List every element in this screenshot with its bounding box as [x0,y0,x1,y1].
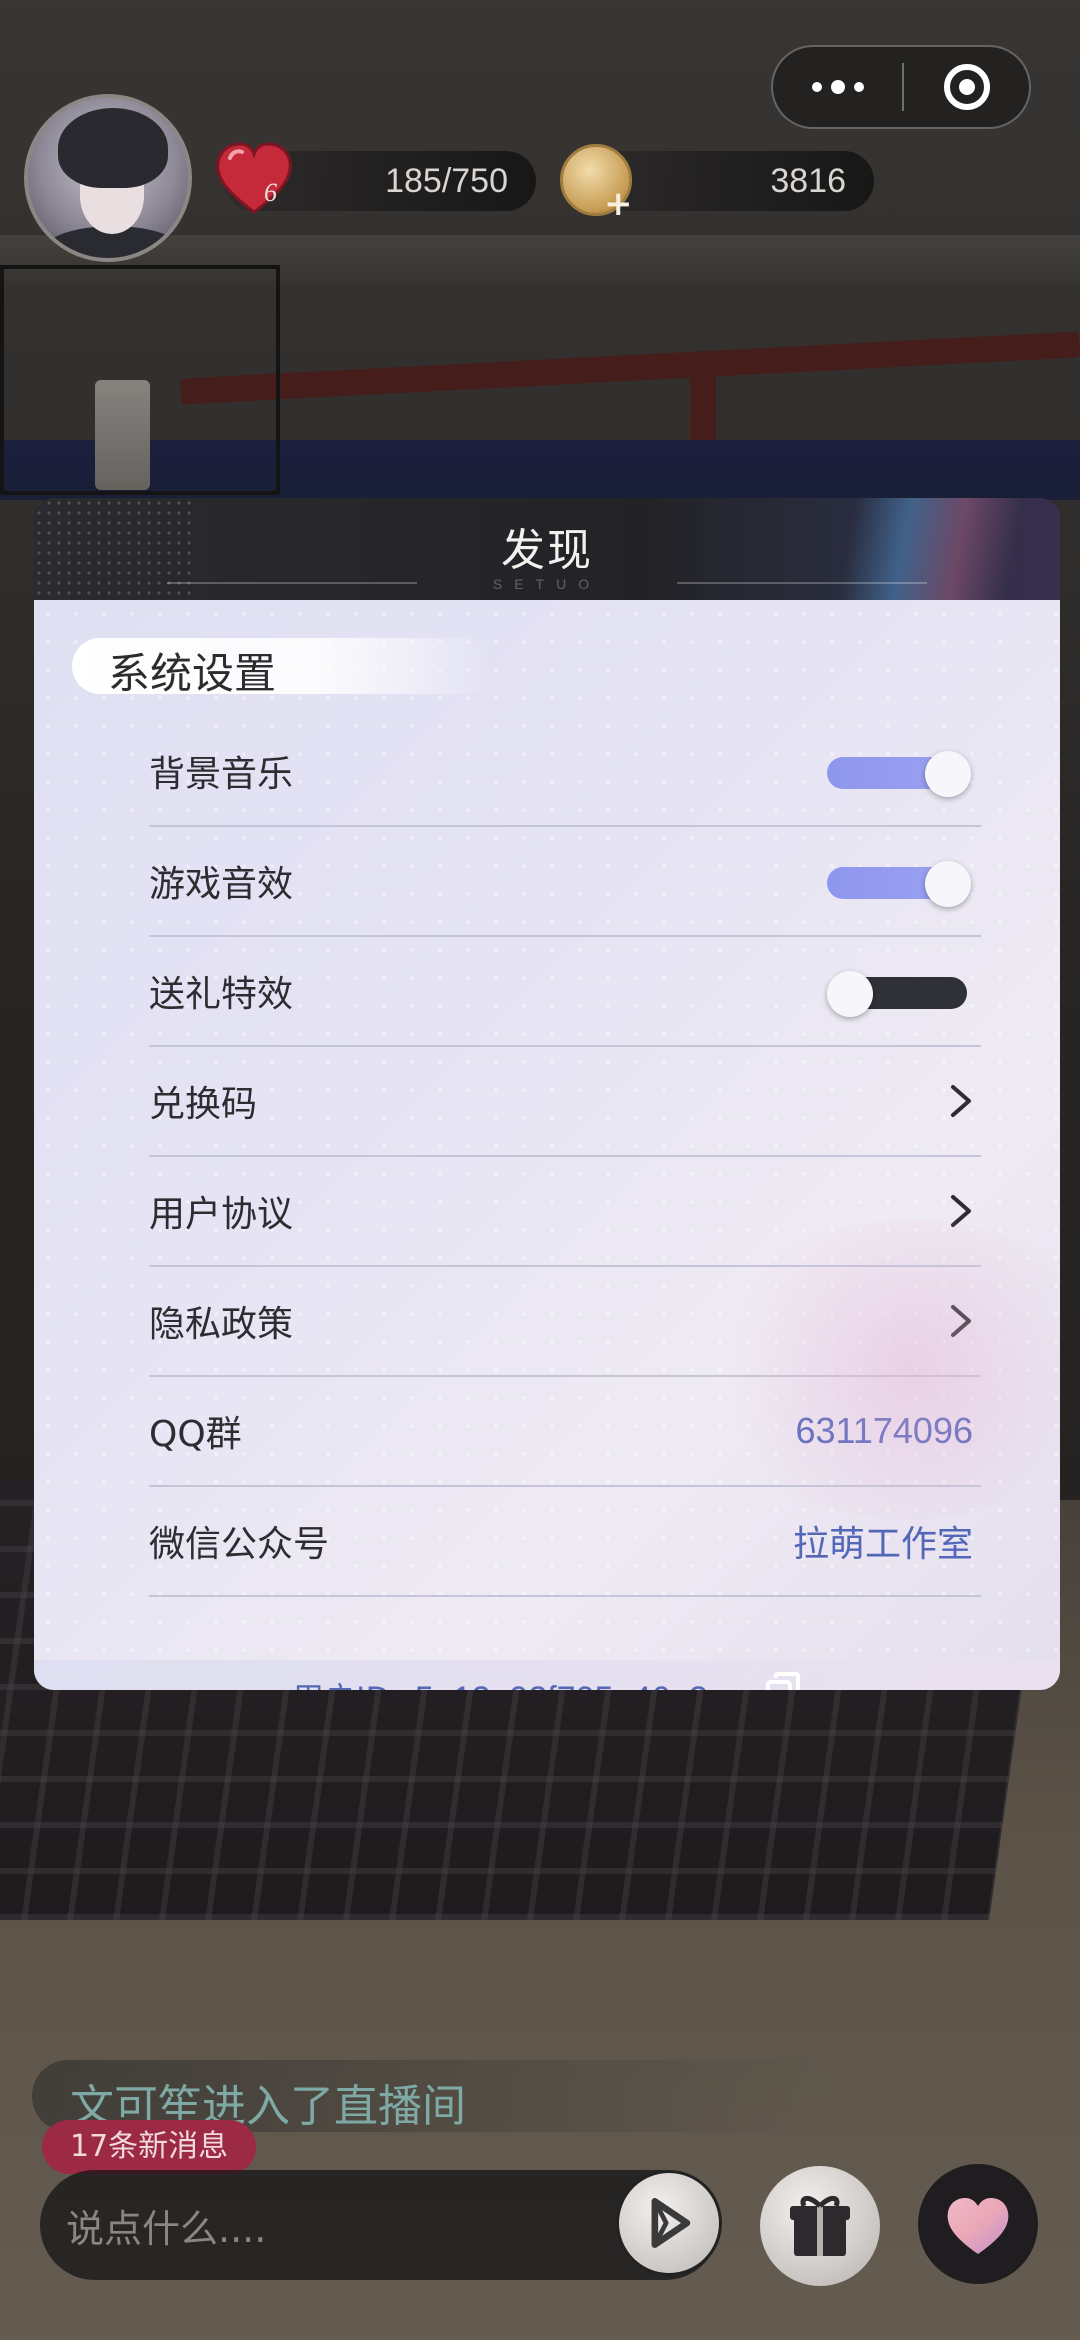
row-background-music: 背景音乐 [149,717,981,827]
coin-value: 3816 [770,161,846,200]
settings-dialog: 发现 SETUO 系统设置 背景音乐 游戏音效 送礼特效 兑换码 用户协议 隐私… [34,498,1060,1690]
qq-group-number[interactable]: 631174096 [795,1410,973,1452]
row-label: 游戏音效 [149,864,294,905]
coin-add-icon[interactable]: + [604,184,633,224]
like-button[interactable] [918,2164,1038,2284]
chevron-right-icon [951,1195,971,1227]
row-label: QQ群 [149,1414,242,1455]
row-qq-group[interactable]: QQ群 631174096 [149,1377,981,1487]
row-user-agreement[interactable]: 用户协议 [149,1157,981,1267]
miniprogram-capsule [771,45,1031,129]
dialog-body: 系统设置 背景音乐 游戏音效 送礼特效 兑换码 用户协议 隐私政策 QQ群 63… [34,600,1060,1690]
stamina-value: 185/750 [385,161,508,200]
user-id-bar: 用户ID: 5a12e92f705a46a3a [34,1660,1060,1690]
like-heart-icon [947,2198,1009,2254]
user-id-value: 5a12e92f705a46a3a [415,1680,727,1690]
row-label: 兑换码 [149,1084,258,1125]
send-icon [651,2198,691,2248]
chat-input-placeholder: 说点什么.... [66,2207,267,2251]
send-button[interactable] [616,2170,722,2276]
heart-icon[interactable] [214,140,294,218]
row-redeem-code[interactable]: 兑换码 [149,1047,981,1157]
wechat-account-name[interactable]: 拉萌工作室 [793,1515,973,1567]
row-gift-effects: 送礼特效 [149,937,981,1047]
chevron-right-icon [951,1305,971,1337]
game-sound-toggle[interactable] [827,855,971,907]
new-messages-badge[interactable]: 17条新消息 [42,2120,257,2174]
dialog-subtitle: SETUO [492,576,602,592]
more-icon[interactable] [773,47,902,127]
row-label: 隐私政策 [149,1304,294,1345]
row-label: 背景音乐 [149,754,294,795]
user-id-text: 用户ID: 5a12e92f705a46a3a [292,1674,792,1690]
copy-icon[interactable] [764,1672,804,1690]
row-label: 微信公众号 [149,1524,330,1565]
background-music-toggle[interactable] [827,745,971,797]
row-wechat-account[interactable]: 微信公众号 拉萌工作室 [149,1487,981,1597]
dialog-title: 发现 [501,525,593,576]
user-id-label: 用户ID: [292,1680,401,1690]
gift-effects-toggle[interactable] [827,965,971,1017]
row-game-sound: 游戏音效 [149,827,981,937]
stamina-badge: 6 [264,178,277,207]
section-title: 系统设置 [108,649,277,698]
gift-icon [790,2196,850,2256]
row-label: 用户协议 [149,1194,294,1235]
dialog-header: 发现 SETUO [34,498,1060,600]
row-privacy-policy[interactable]: 隐私政策 [149,1267,981,1377]
row-label: 送礼特效 [149,974,294,1015]
avatar[interactable] [24,94,192,262]
chevron-right-icon [951,1085,971,1117]
close-circle-icon[interactable] [904,47,1029,127]
gift-button[interactable] [760,2166,880,2286]
